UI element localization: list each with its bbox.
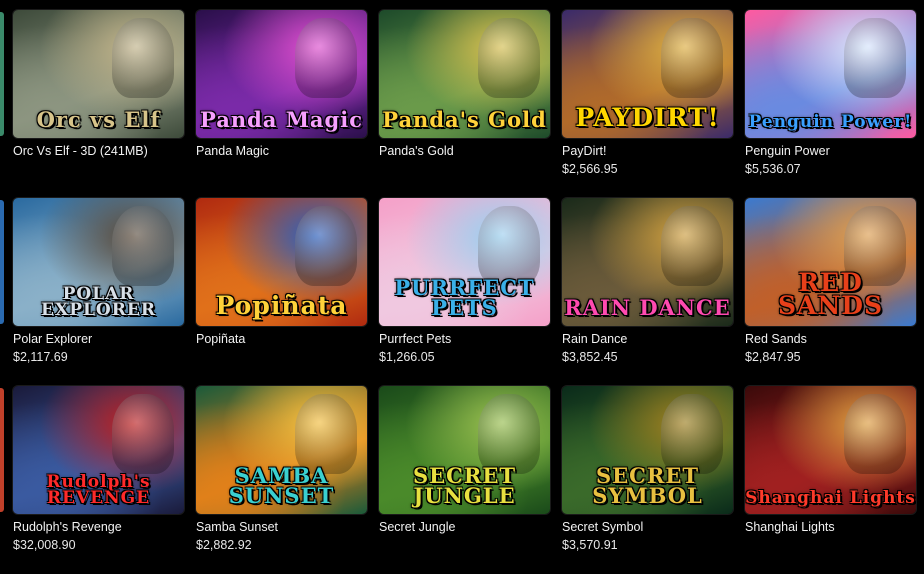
game-thumbnail[interactable]: PURRFECT PETS [379,198,550,326]
character-illustration [478,394,540,474]
game-name[interactable]: Polar Explorer [13,332,184,347]
jackpot-amount: $2,847.95 [745,350,801,364]
game-name[interactable]: Secret Symbol [562,520,733,535]
jackpot-amount: $2,566.95 [562,162,618,176]
jackpot-amount: $2,117.69 [13,350,68,364]
game-tile[interactable]: Panda's Gold Panda's Gold [379,10,550,198]
game-name[interactable]: Secret Jungle [379,520,550,535]
character-illustration [112,394,174,474]
jackpot-amount: $3,570.91 [562,538,618,552]
character-illustration [661,394,723,474]
game-tile[interactable]: SECRET JUNGLE Secret Jungle [379,386,550,574]
game-tile[interactable]: RED SANDS Red Sands $2,847.95 [745,198,916,386]
character-illustration [295,394,357,474]
game-grid: Orc vs Elf Orc Vs Elf - 3D (241MB) Panda M… [13,10,916,574]
jackpot-amount: $5,536.07 [745,162,801,176]
character-illustration [478,18,540,98]
game-name[interactable]: Samba Sunset [196,520,367,535]
character-illustration [844,394,906,474]
game-thumbnail[interactable]: Panda's Gold [379,10,550,138]
character-illustration [478,206,540,286]
character-illustration [844,18,906,98]
edge-strip-row-3 [0,388,4,512]
character-illustration [112,206,174,286]
jackpot-amount: $3,852.45 [562,350,618,364]
game-thumbnail[interactable]: SECRET SYMBOL [562,386,733,514]
game-thumbnail[interactable]: POLAR EXPLORER [13,198,184,326]
game-tile[interactable]: Panda Magic Panda Magic [196,10,367,198]
game-name[interactable]: Popiñata [196,332,367,347]
game-tile[interactable]: SECRET SYMBOL Secret Symbol $3,570.91 [562,386,733,574]
game-thumbnail[interactable]: Panda Magic [196,10,367,138]
edge-strip-row-2 [0,200,4,324]
game-name[interactable]: Panda's Gold [379,144,550,159]
game-thumbnail[interactable]: PAYDIRT! [562,10,733,138]
jackpot-amount: $2,882.92 [196,538,252,552]
game-thumbnail[interactable]: Shanghai Lights [745,386,916,514]
game-tile[interactable]: Orc vs Elf Orc Vs Elf - 3D (241MB) [13,10,184,198]
game-thumbnail[interactable]: RAIN DANCE [562,198,733,326]
game-thumbnail[interactable]: RED SANDS [745,198,916,326]
jackpot-amount: $32,008.90 [13,538,76,552]
game-tile[interactable]: Rudolph's REVENGE Rudolph's Revenge $32,00… [13,386,184,574]
game-name[interactable]: Rudolph's Revenge [13,520,184,535]
character-illustration [295,18,357,98]
game-name[interactable]: Penguin Power [745,144,916,159]
game-name[interactable]: PayDirt! [562,144,733,159]
game-thumbnail[interactable]: Rudolph's REVENGE [13,386,184,514]
character-illustration [295,206,357,286]
game-tile[interactable]: Shanghai Lights Shanghai Lights [745,386,916,574]
game-thumbnail[interactable]: Penguin Power! [745,10,916,138]
game-tile[interactable]: PAYDIRT! PayDirt! $2,566.95 [562,10,733,198]
game-tile[interactable]: POLAR EXPLORER Polar Explorer $2,117.69 [13,198,184,386]
game-name[interactable]: Shanghai Lights [745,520,916,535]
game-tile[interactable]: RAIN DANCE Rain Dance $3,852.45 [562,198,733,386]
game-thumbnail[interactable]: Orc vs Elf [13,10,184,138]
character-illustration [661,18,723,98]
game-name[interactable]: Rain Dance [562,332,733,347]
game-thumbnail[interactable]: SAMBA SUNSET [196,386,367,514]
game-tile[interactable]: SAMBA SUNSET Samba Sunset $2,882.92 [196,386,367,574]
game-thumbnail[interactable]: Popiñata [196,198,367,326]
character-illustration [112,18,174,98]
game-name[interactable]: Purrfect Pets [379,332,550,347]
game-tile[interactable]: Popiñata Popiñata [196,198,367,386]
game-name[interactable]: Panda Magic [196,144,367,159]
edge-strip-row-1 [0,12,4,136]
jackpot-amount: $1,266.05 [379,350,435,364]
game-name[interactable]: Red Sands [745,332,916,347]
game-tile[interactable]: Penguin Power! Penguin Power $5,536.07 [745,10,916,198]
game-thumbnail[interactable]: SECRET JUNGLE [379,386,550,514]
game-name[interactable]: Orc Vs Elf - 3D (241MB) [13,144,184,159]
character-illustration [661,206,723,286]
game-tile[interactable]: PURRFECT PETS Purrfect Pets $1,266.05 [379,198,550,386]
character-illustration [844,206,906,286]
